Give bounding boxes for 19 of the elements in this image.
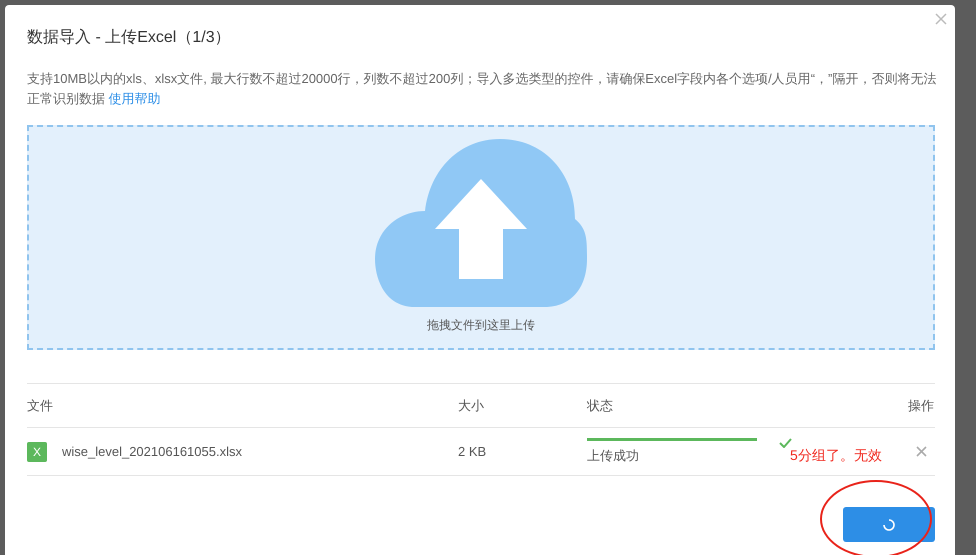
excel-file-icon: X [27,442,47,462]
dropzone-hint: 拖拽文件到这里上传 [427,317,535,334]
annotation-text: 5分组了。无效 [790,447,882,465]
remove-icon[interactable] [916,446,927,457]
submit-button[interactable] [843,507,935,542]
column-header: 操作 [908,396,935,414]
close-icon[interactable] [935,13,947,25]
upload-status: 上传成功 [587,447,640,465]
dialog-title: 数据导入 - 上传Excel（1/3） [27,28,232,48]
upload-dropzone[interactable]: 拖拽文件到这里上传 [27,125,935,350]
help-link[interactable]: 使用帮助 [108,91,161,106]
spinner-icon [883,518,895,530]
notice-text: 支持10MB以内的xls、xlsx文件, 最大行数不超过20000行，列数不超过200列；导入多选类型的控件，请确保Excel字段内各个选项/人员用“，”隔开，否则将无法正常识别数据 使用帮助 [27,70,937,108]
file-name: wise_level_202106161055.xlsx [62,444,242,459]
cloud-upload-icon [375,139,587,309]
column-header: 大小 [458,396,484,414]
column-header: 状态 [587,396,613,414]
file-size: 2 KB [458,444,488,459]
column-header: 文件 [27,396,53,414]
